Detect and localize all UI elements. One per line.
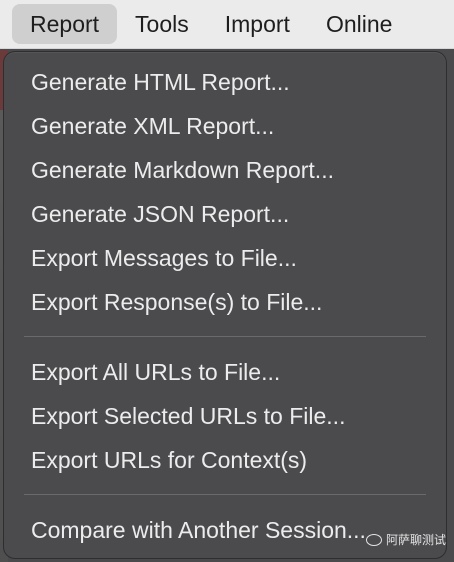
generate-markdown-report-item[interactable]: Generate Markdown Report... bbox=[4, 148, 446, 192]
export-messages-item[interactable]: Export Messages to File... bbox=[4, 236, 446, 280]
export-context-urls-item[interactable]: Export URLs for Context(s) bbox=[4, 438, 446, 482]
export-selected-urls-item[interactable]: Export Selected URLs to File... bbox=[4, 394, 446, 438]
menu-report[interactable]: Report bbox=[12, 4, 118, 44]
wechat-icon bbox=[365, 533, 382, 546]
watermark-text: 阿萨聊测试 bbox=[385, 533, 446, 547]
report-dropdown-menu: Generate HTML Report... Generate XML Rep… bbox=[4, 52, 446, 558]
generate-xml-report-item[interactable]: Generate XML Report... bbox=[4, 104, 446, 148]
menu-tools[interactable]: Tools bbox=[117, 4, 207, 44]
menu-separator bbox=[24, 494, 426, 495]
menu-separator bbox=[24, 336, 426, 337]
generate-html-report-item[interactable]: Generate HTML Report... bbox=[4, 60, 446, 104]
menu-import[interactable]: Import bbox=[207, 4, 308, 44]
menu-online[interactable]: Online bbox=[308, 4, 410, 44]
menu-bar: Report Tools Import Online bbox=[0, 0, 454, 49]
export-responses-item[interactable]: Export Response(s) to File... bbox=[4, 280, 446, 324]
export-all-urls-item[interactable]: Export All URLs to File... bbox=[4, 350, 446, 394]
generate-json-report-item[interactable]: Generate JSON Report... bbox=[4, 192, 446, 236]
watermark: 阿萨聊测试 bbox=[365, 531, 446, 548]
